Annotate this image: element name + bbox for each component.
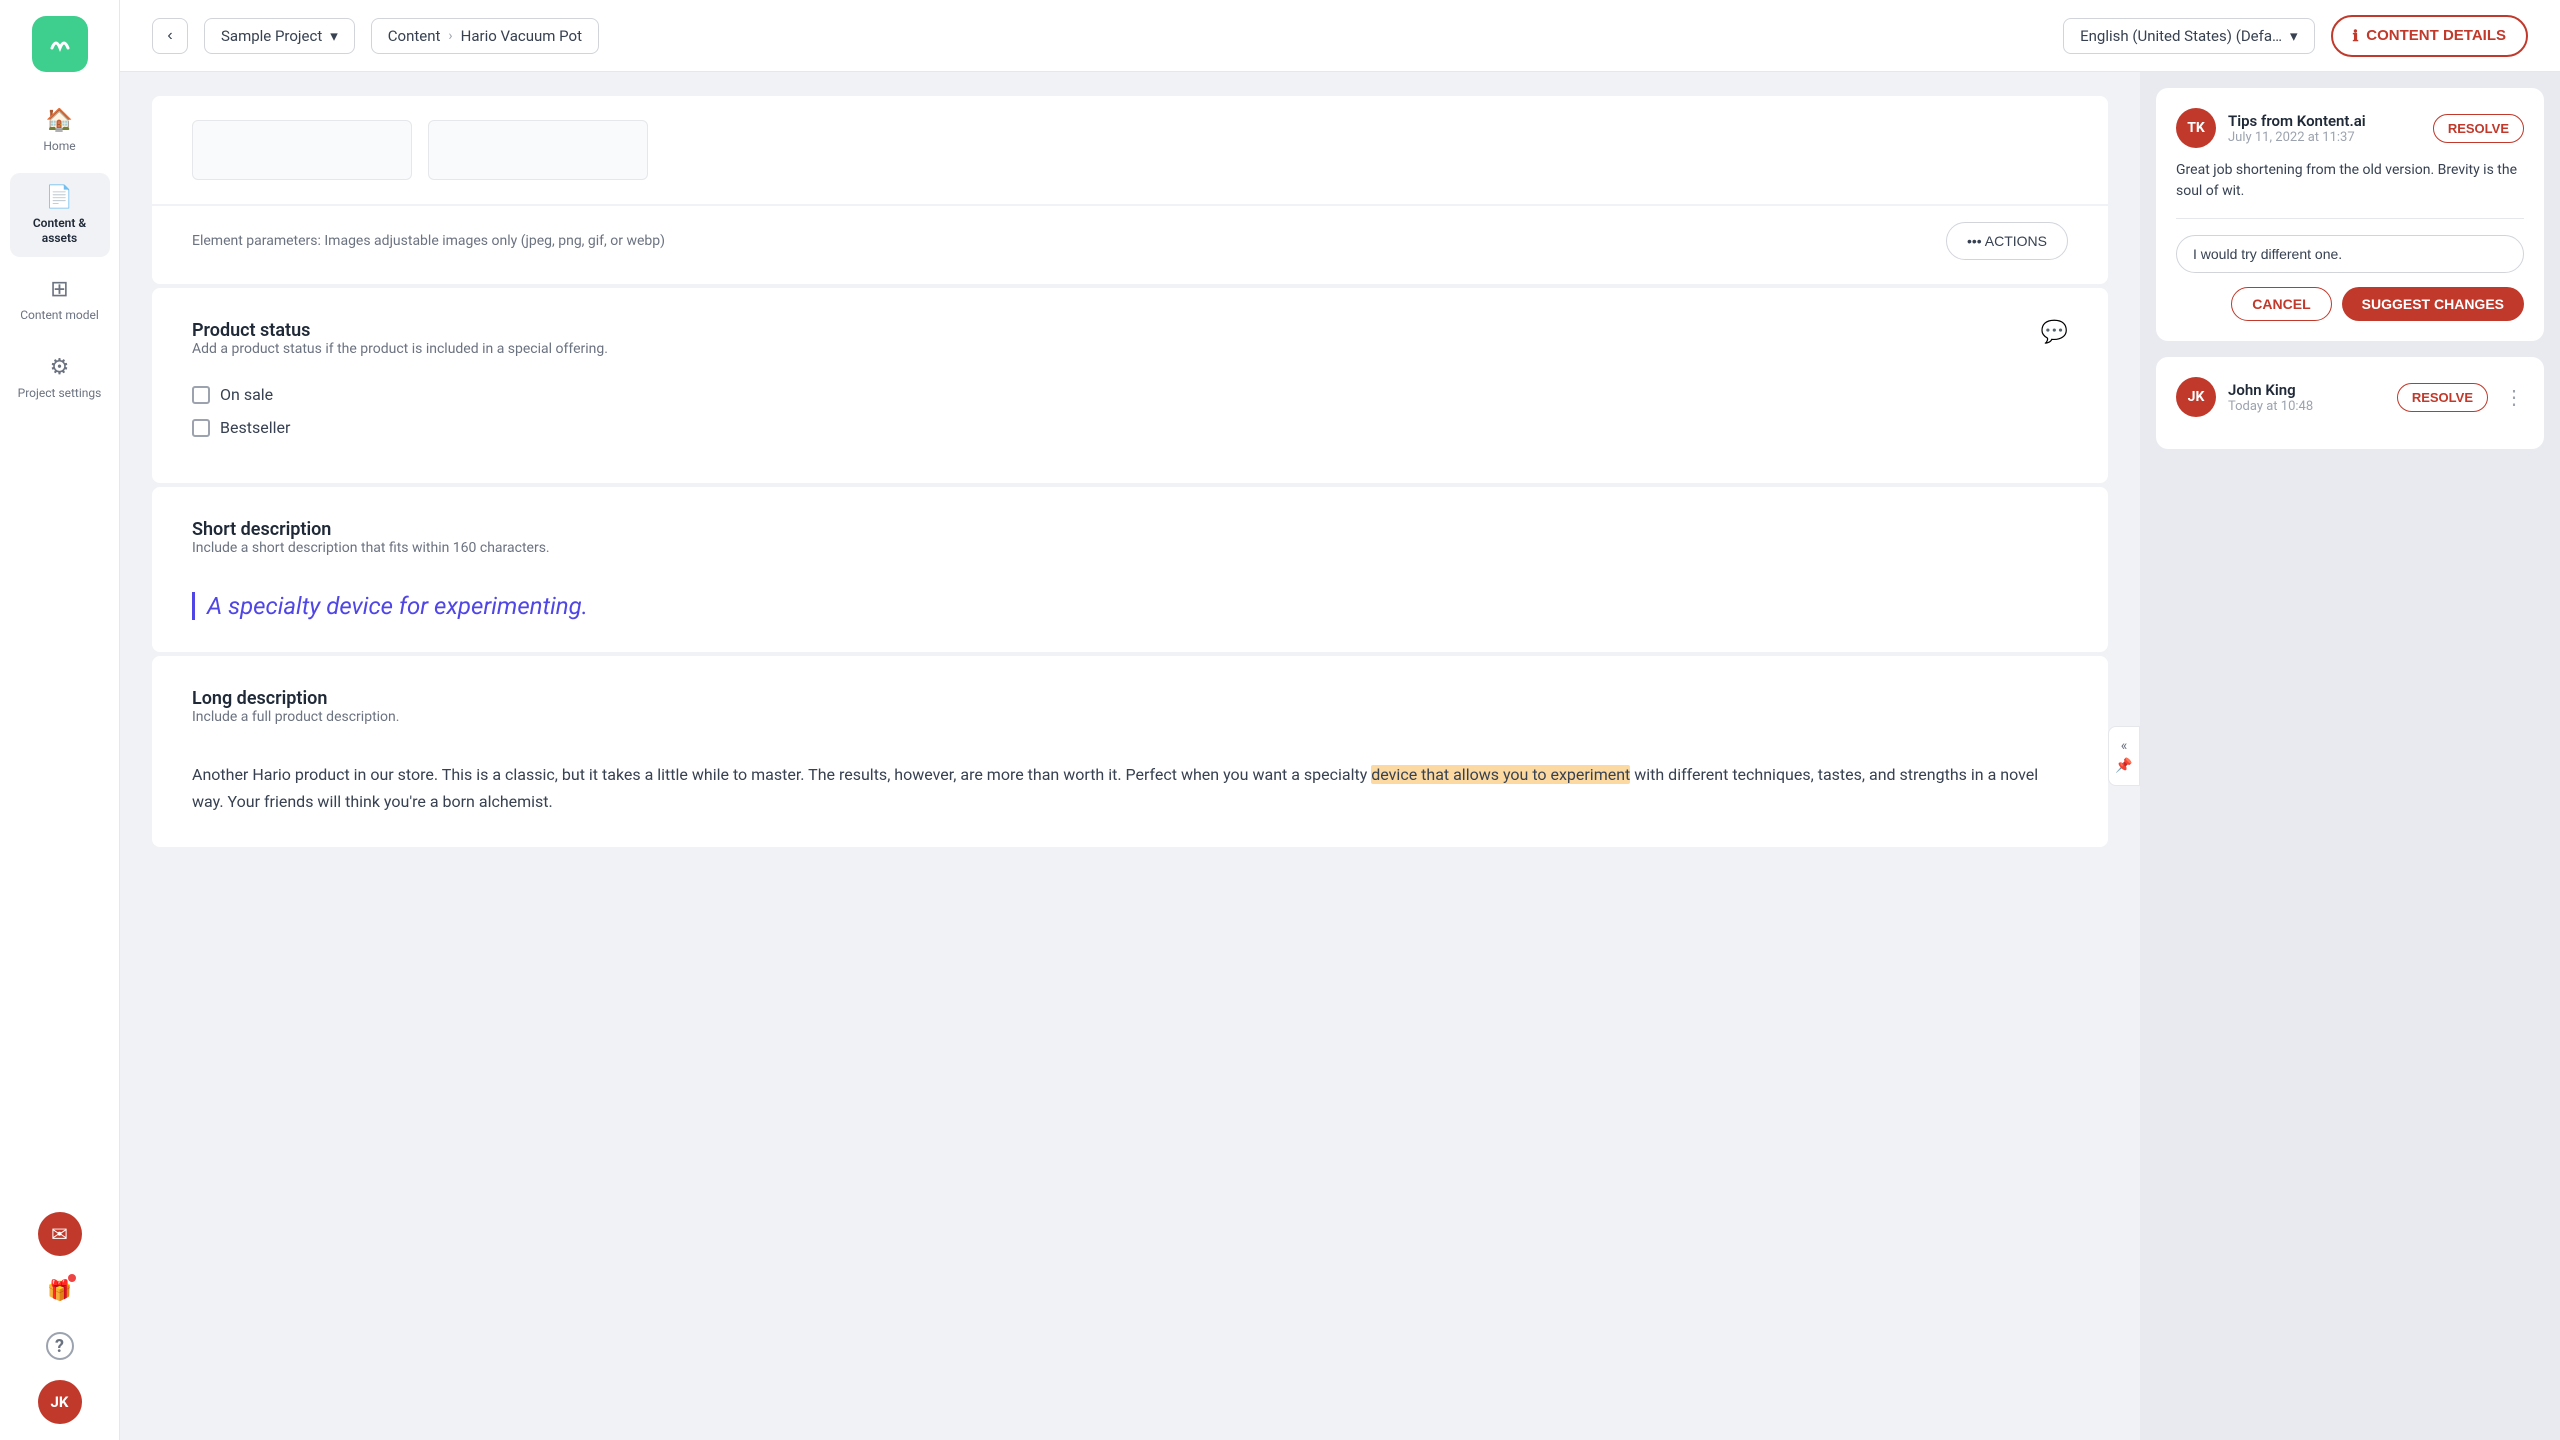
content-details-label: CONTENT DETAILS <box>2366 27 2506 44</box>
header-right: English (United States) (Defa… ▾ ℹ CONTE… <box>2063 15 2528 57</box>
help-icon: ? <box>46 1332 74 1360</box>
actions-button[interactable]: ••• ACTIONS <box>1946 222 2068 260</box>
comment-header-tips: TK Tips from Kontent.ai July 11, 2022 at… <box>2176 108 2524 148</box>
comment-body-tips: Great job shortening from the old versio… <box>2176 160 2524 202</box>
commenter-name-john: John King <box>2228 381 2385 399</box>
on-sale-checkbox-row: On sale <box>192 385 2068 404</box>
short-description-section: Short description Include a short descri… <box>152 487 2108 652</box>
sidebar-item-home[interactable]: 🏠 Home <box>10 96 110 165</box>
element-params-text: Element parameters: Images adjustable im… <box>192 233 665 249</box>
home-icon: 🏠 <box>46 108 73 133</box>
header: ‹ Sample Project ▾ Content › Hario Vacuu… <box>120 0 2560 72</box>
resolve-button-john[interactable]: RESOLVE <box>2397 383 2488 412</box>
language-selector[interactable]: English (United States) (Defa… ▾ <box>2063 18 2314 54</box>
gift-button[interactable]: 🎁 <box>38 1268 82 1312</box>
product-status-subtitle: Add a product status if the product is i… <box>192 341 608 357</box>
breadcrumb-section: Content <box>388 27 441 45</box>
project-name: Sample Project <box>221 27 322 45</box>
sidebar-item-label: Content model <box>20 308 99 322</box>
short-description-subtitle: Include a short description that fits wi… <box>192 540 550 556</box>
editor: Element parameters: Images adjustable im… <box>120 72 2140 1440</box>
comment-card-john: JK John King Today at 10:48 RESOLVE ⋮ <box>2156 357 2544 449</box>
sidebar-item-project-settings[interactable]: ⚙ Project settings <box>10 343 110 412</box>
back-icon: ‹ <box>167 27 172 45</box>
comment-actions: CANCEL SUGGEST CHANGES <box>2176 287 2524 321</box>
breadcrumb-page: Hario Vacuum Pot <box>461 27 582 45</box>
long-description-subtitle: Include a full product description. <box>192 709 399 725</box>
commenter-name: Tips from Kontent.ai <box>2228 112 2421 130</box>
cancel-button[interactable]: CANCEL <box>2231 287 2331 321</box>
gift-icon: 🎁 <box>47 1278 72 1302</box>
short-description-title: Short description <box>192 519 550 540</box>
breadcrumb-separator: › <box>448 28 452 44</box>
user-avatar[interactable]: JK <box>38 1380 82 1424</box>
messages-button[interactable]: ✉ <box>38 1212 82 1256</box>
sidebar-bottom: ✉ 🎁 ? JK <box>38 1212 82 1424</box>
suggest-changes-button[interactable]: SUGGEST CHANGES <box>2342 287 2524 321</box>
sidebar-item-label: Home <box>43 139 75 153</box>
short-description-header: Short description Include a short descri… <box>192 519 2068 576</box>
content-model-icon: ⊞ <box>50 277 68 302</box>
product-status-header: Product status Add a product status if t… <box>192 320 2068 377</box>
comment-divider <box>2176 218 2524 219</box>
comment-header-john: JK John King Today at 10:48 RESOLVE ⋮ <box>2176 377 2524 417</box>
help-button[interactable]: ? <box>38 1324 82 1368</box>
product-status-comment-icon[interactable]: 💬 <box>2041 320 2068 345</box>
notification-badge <box>68 1274 76 1282</box>
reply-input[interactable] <box>2176 235 2524 273</box>
commenter-avatar-jk: JK <box>2176 377 2216 417</box>
bestseller-checkbox[interactable] <box>192 419 210 437</box>
project-dropdown-icon: ▾ <box>330 27 338 45</box>
back-button[interactable]: ‹ <box>152 18 188 54</box>
messages-icon: ✉ <box>51 1222 68 1246</box>
breadcrumb[interactable]: Sample Project ▾ <box>204 18 355 54</box>
content-details-info-icon: ℹ <box>2353 27 2359 45</box>
commenter-time: July 11, 2022 at 11:37 <box>2228 130 2421 145</box>
content-area: Element parameters: Images adjustable im… <box>120 72 2560 1440</box>
product-status-title: Product status <box>192 320 608 341</box>
long-desc-highlight: device that allows you to experiment <box>1371 765 1630 784</box>
long-description-text[interactable]: Another Hario product in our store. This… <box>192 761 2068 815</box>
long-description-header: Long description Include a full product … <box>192 688 2068 745</box>
content-breadcrumb: Content › Hario Vacuum Pot <box>371 18 599 54</box>
sidebar-item-label: Project settings <box>18 386 102 400</box>
long-desc-before: Another Hario product in our store. This… <box>192 765 1371 784</box>
language-value: English (United States) (Defa… <box>2080 27 2282 45</box>
settings-icon: ⚙ <box>50 355 70 380</box>
actions-label: ••• ACTIONS <box>1967 233 2047 249</box>
commenter-time-john: Today at 10:48 <box>2228 399 2385 414</box>
sidebar-item-content-assets[interactable]: 📄 Content & assets <box>10 173 110 257</box>
bestseller-checkbox-row: Bestseller <box>192 418 2068 437</box>
comments-panel: « 📌 TK Tips from Kontent.ai July 11, 202… <box>2140 72 2560 1440</box>
images-section <box>152 96 2108 204</box>
app-logo[interactable] <box>32 16 88 72</box>
on-sale-checkbox[interactable] <box>192 386 210 404</box>
content-assets-icon: 📄 <box>46 185 73 210</box>
main-area: ‹ Sample Project ▾ Content › Hario Vacuu… <box>120 0 2560 1440</box>
sidebar-item-label: Content & assets <box>18 216 102 245</box>
long-description-title: Long description <box>192 688 399 709</box>
bestseller-label: Bestseller <box>220 418 290 437</box>
element-params-row: Element parameters: Images adjustable im… <box>152 206 2108 284</box>
comment-card-tips: TK Tips from Kontent.ai July 11, 2022 at… <box>2156 88 2544 341</box>
language-dropdown-icon: ▾ <box>2290 27 2298 45</box>
commenter-info-tips: Tips from Kontent.ai July 11, 2022 at 11… <box>2228 112 2421 145</box>
short-description-value[interactable]: A specialty device for experimenting. <box>192 592 2068 620</box>
commenter-avatar-tk: TK <box>2176 108 2216 148</box>
long-description-section: Long description Include a full product … <box>152 656 2108 847</box>
more-options-icon[interactable]: ⋮ <box>2504 385 2524 409</box>
sidebar-item-content-model[interactable]: ⊞ Content model <box>10 265 110 334</box>
commenter-info-john: John King Today at 10:48 <box>2228 381 2385 414</box>
content-details-button[interactable]: ℹ CONTENT DETAILS <box>2331 15 2528 57</box>
on-sale-label: On sale <box>220 385 273 404</box>
product-status-section: Product status Add a product status if t… <box>152 288 2108 483</box>
sidebar: 🏠 Home 📄 Content & assets ⊞ Content mode… <box>0 0 120 1440</box>
resolve-button-tips[interactable]: RESOLVE <box>2433 114 2524 143</box>
